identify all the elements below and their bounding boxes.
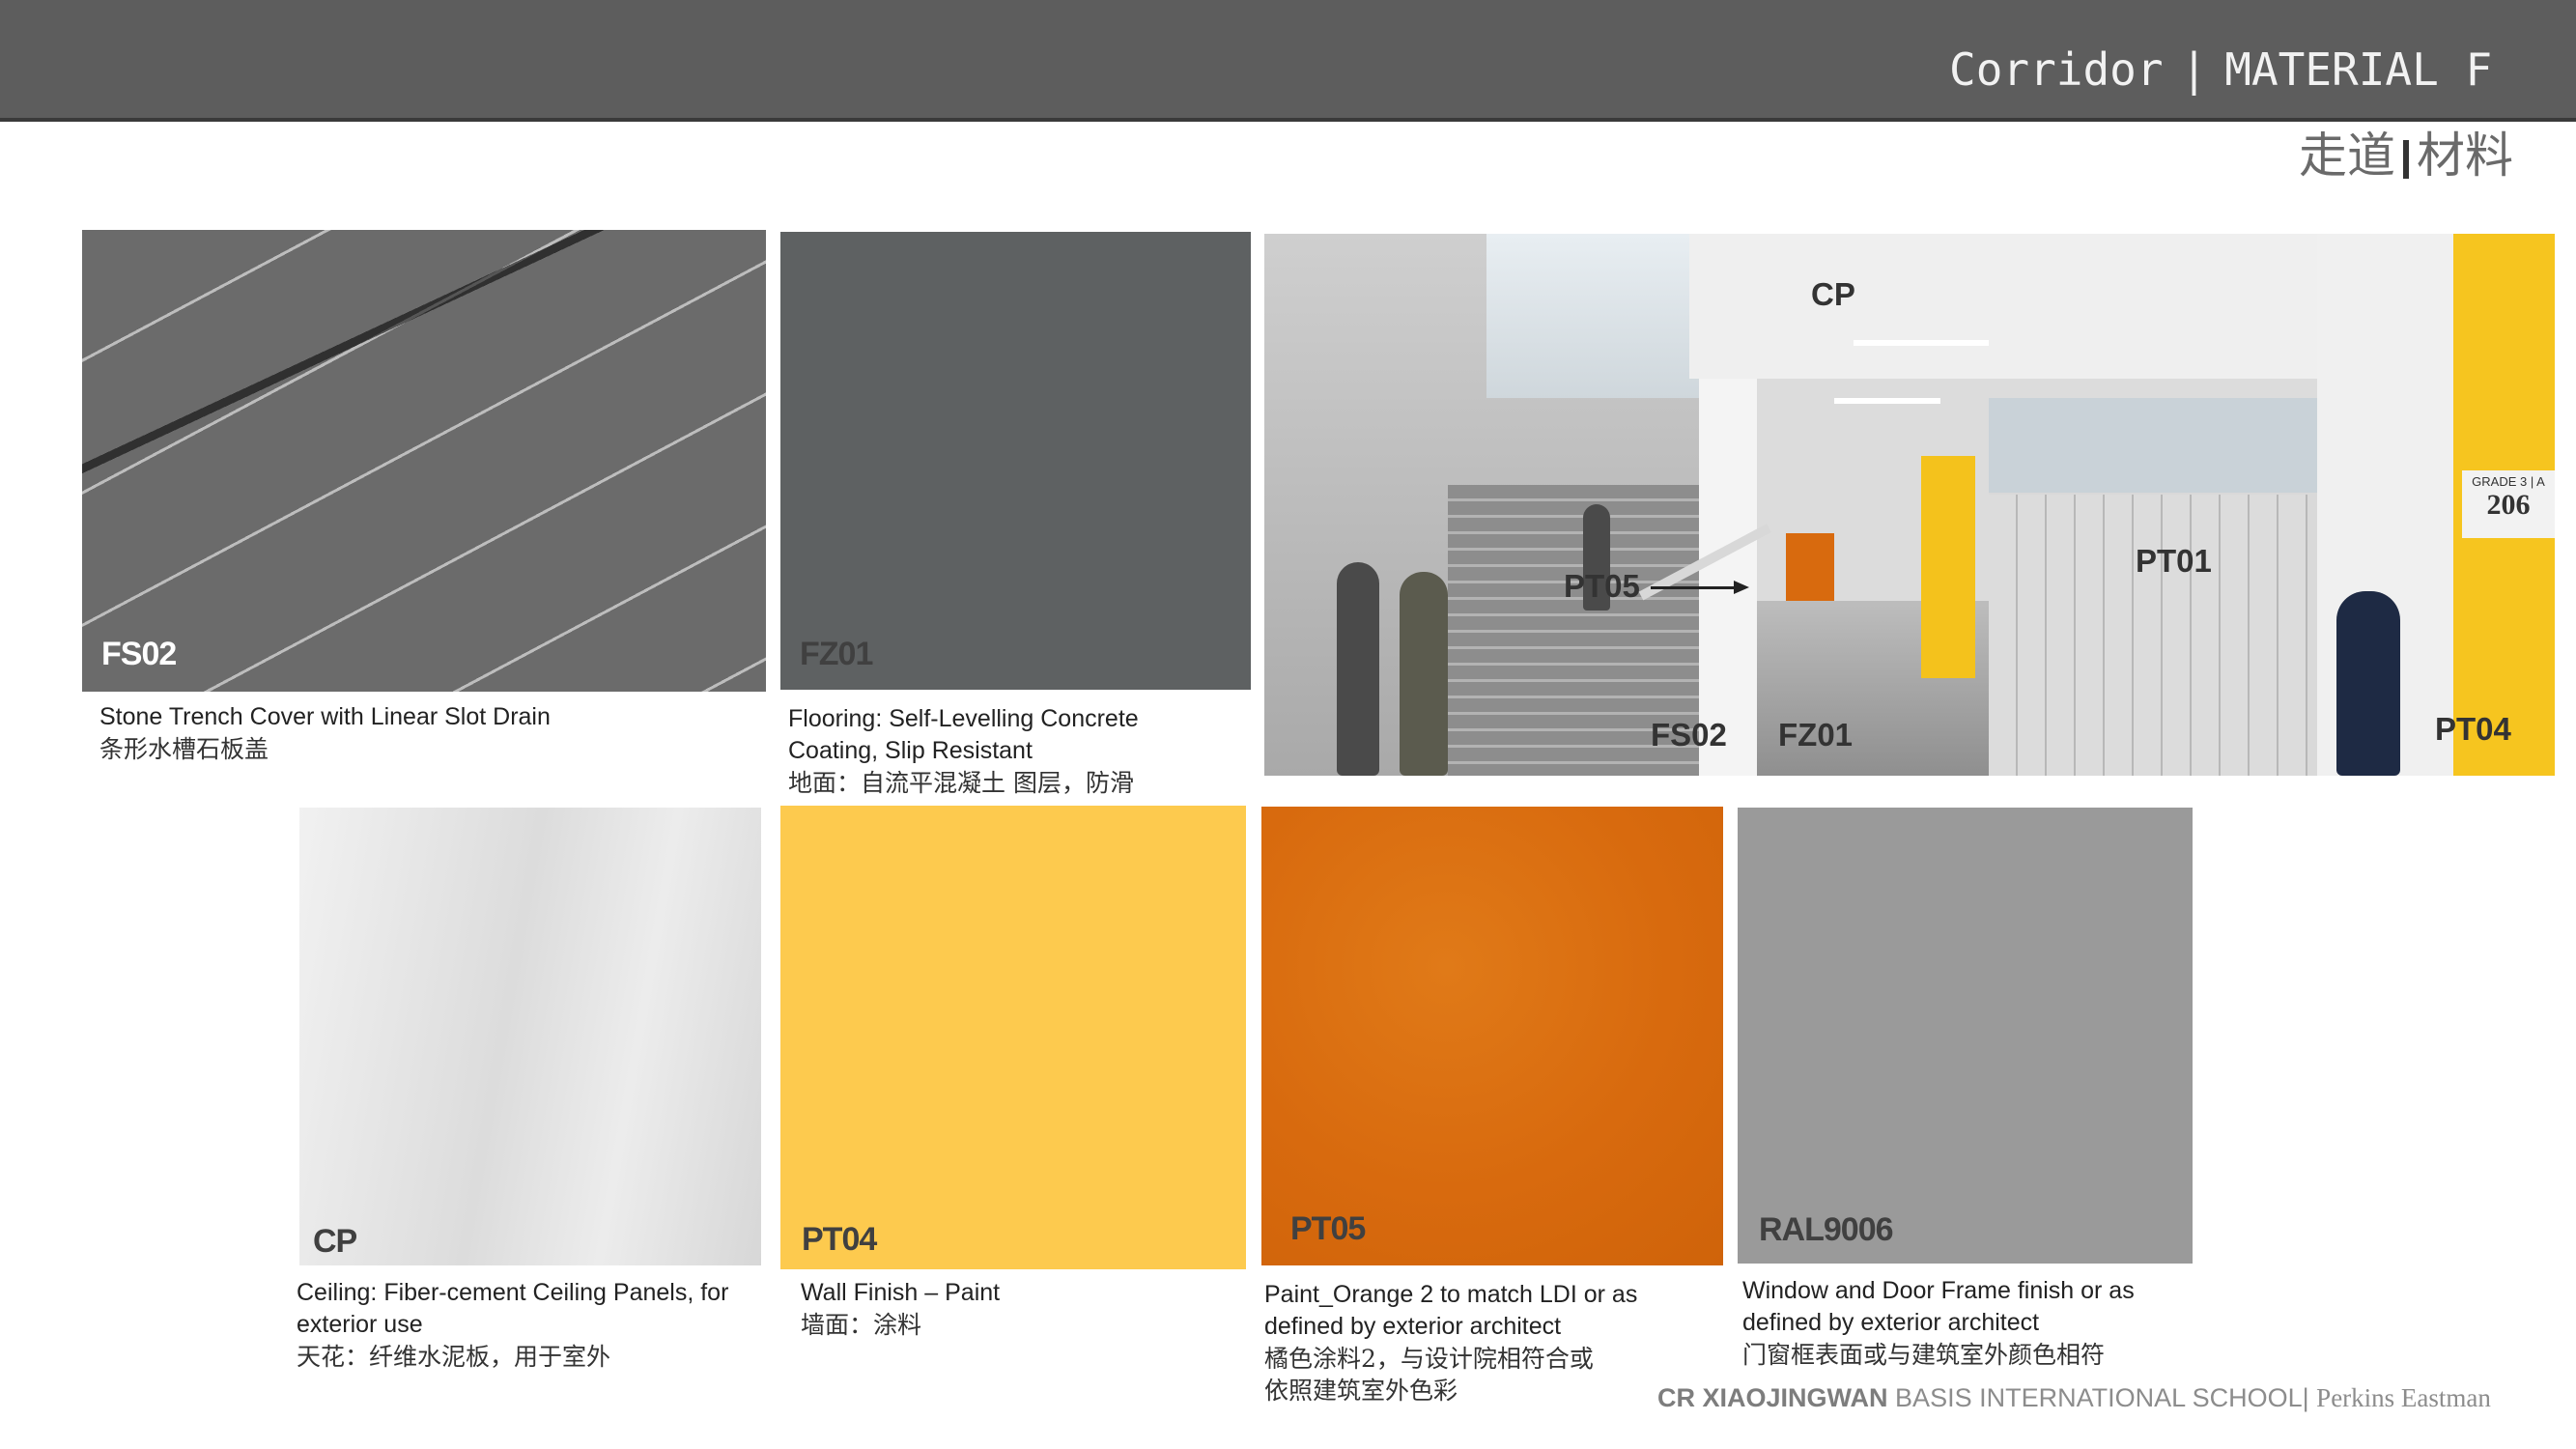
material-code: CP: [313, 1223, 357, 1260]
swatch-pt04: PT04: [780, 806, 1246, 1269]
footer-architect: Perkins Eastman: [2316, 1383, 2491, 1412]
caption-en: Wall Finish – Paint: [801, 1279, 1001, 1306]
caption-en: Stone Trench Cover with Linear Slot Drai…: [99, 703, 551, 730]
caption-en-line1: Flooring: Self-Levelling Concrete: [788, 705, 1139, 732]
material-code: PT05: [1290, 1210, 1366, 1247]
swatch-pt05: PT05: [1261, 807, 1723, 1265]
caption-fs02: Stone Trench Cover with Linear Slot Drai…: [99, 701, 551, 765]
footer-separator: |: [2302, 1383, 2309, 1412]
swatch-ral9006: RAL9006: [1738, 808, 2193, 1264]
caption-cn: 墙面：涂料: [801, 1311, 922, 1339]
person: [1337, 562, 1379, 776]
caption-en-line1: Window and Door Frame finish or as: [1742, 1277, 2135, 1304]
corridor-rendering: GRADE 3 | A 206 CP PT05 PT01 FS02 FZ01 P…: [1264, 234, 2555, 776]
footer-credit: CR XIAOJINGWAN BASIS INTERNATIONAL SCHOO…: [1657, 1383, 2491, 1413]
photo-label-cp: CP: [1811, 276, 1855, 312]
title-cn-bar: [2403, 139, 2409, 179]
caption-cn-line2: 依照建筑室外色彩: [1264, 1377, 1458, 1405]
photo-label-pt05: PT05: [1564, 568, 1640, 604]
header-divider: [0, 118, 2576, 122]
room-sign-number: 206: [2486, 489, 2531, 521]
material-code: FS02: [101, 636, 177, 672]
building-glass: [1486, 234, 1699, 398]
caption-cn: 天花：纤维水泥板，用于室外: [297, 1343, 611, 1371]
orange-door: [1786, 533, 1834, 601]
person: [1400, 572, 1448, 776]
caption-pt04: Wall Finish – Paint 墙面：涂料: [801, 1277, 1000, 1341]
caption-ral9006: Window and Door Frame finish or as defin…: [1742, 1275, 2135, 1371]
material-code: RAL9006: [1759, 1211, 1894, 1248]
photo-label-fs02: FS02: [1651, 717, 1727, 753]
material-code: FZ01: [800, 636, 873, 672]
swatch-fz01: FZ01: [780, 232, 1251, 690]
room-sign: GRADE 3 | A 206: [2462, 470, 2555, 538]
ceiling-light: [1854, 340, 1989, 346]
photo-label-pt04: PT04: [2435, 711, 2511, 747]
caption-en-line1: Paint_Orange 2 to match LDI or as: [1264, 1281, 1638, 1308]
title-cn-material: 材料: [2417, 128, 2513, 184]
title-cn-corridor: 走道: [2299, 128, 2395, 184]
swatch-cp: CP: [299, 808, 761, 1265]
caption-en-line2: Coating, Slip Resistant: [788, 737, 1033, 764]
yellow-wall: [1921, 456, 1975, 678]
title-en-corridor: Corridor: [1949, 43, 2164, 96]
caption-cn: 地面：自流平混凝土 图层，防滑: [788, 769, 1134, 797]
caption-cp: Ceiling: Fiber-cement Ceiling Panels, fo…: [297, 1277, 728, 1373]
page-title-cn: 走道 材料: [2299, 124, 2513, 187]
swatch-fs02: FS02: [82, 230, 766, 692]
ceiling-light: [1834, 398, 1940, 404]
footer-school: BASIS INTERNATIONAL SCHOOL: [1895, 1383, 2303, 1412]
caption-cn: 门窗框表面或与建筑室外颜色相符: [1742, 1341, 2106, 1369]
photo-label-fz01: FZ01: [1778, 717, 1854, 753]
caption-en-line2: defined by exterior architect: [1742, 1309, 2040, 1336]
photo-label-pt01: PT01: [2136, 543, 2212, 579]
room-sign-grade: GRADE 3 | A: [2472, 474, 2545, 489]
material-code: PT04: [802, 1221, 877, 1258]
page-title-en: Corridor | MATERIAL FINISH: [1949, 41, 2490, 99]
lockers: [1989, 495, 2307, 776]
caption-en-line1: Ceiling: Fiber-cement Ceiling Panels, fo…: [297, 1279, 729, 1306]
person: [2336, 591, 2400, 776]
caption-cn: 条形水槽石板盖: [99, 735, 269, 763]
title-en-material: MATERIAL FINISH: [2224, 43, 2490, 96]
arrow-icon: [1651, 586, 1738, 589]
title-separator: |: [2180, 43, 2208, 96]
caption-pt05: Paint_Orange 2 to match LDI or as define…: [1264, 1279, 1637, 1406]
arrow-head-icon: [1734, 581, 1749, 594]
caption-en-line2: exterior use: [297, 1311, 423, 1338]
caption-en-line2: defined by exterior architect: [1264, 1313, 1562, 1340]
footer-client: CR XIAOJINGWAN: [1657, 1383, 1888, 1412]
caption-fz01: Flooring: Self-Levelling Concrete Coatin…: [788, 703, 1139, 799]
caption-cn-line1: 橘色涂料2，与设计院相符合或: [1264, 1345, 1594, 1373]
